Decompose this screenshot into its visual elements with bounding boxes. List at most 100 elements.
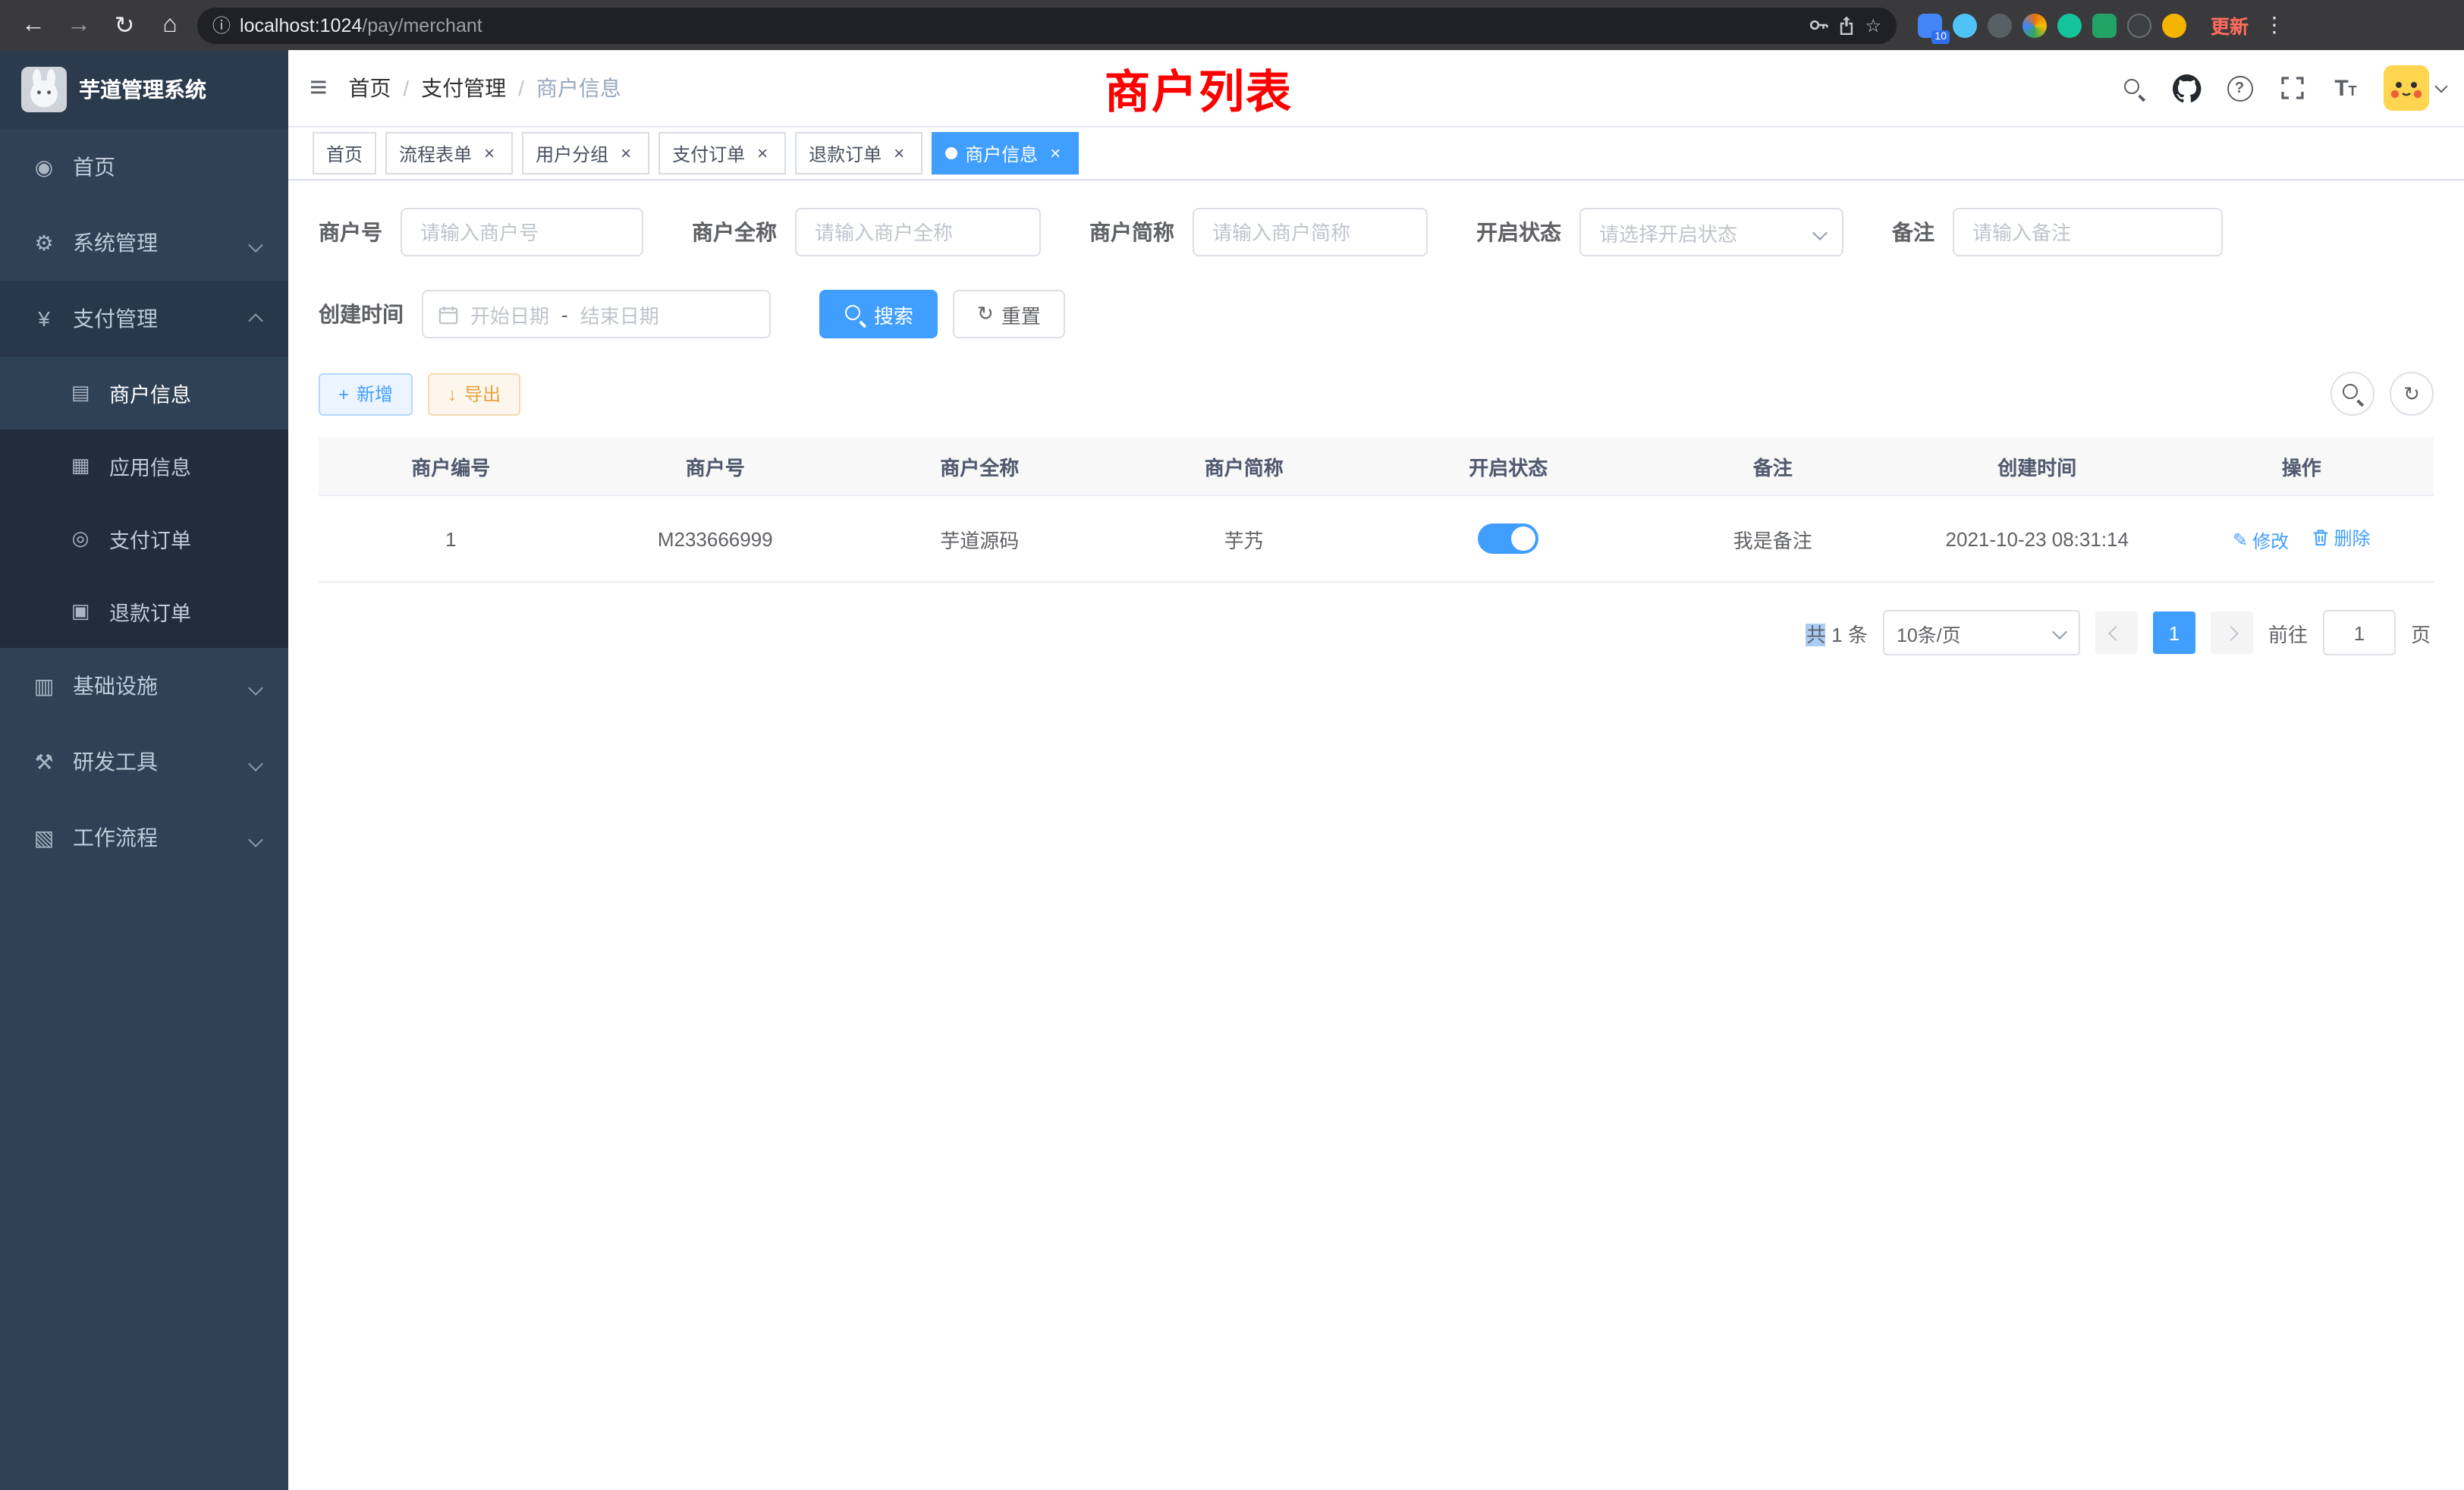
sidebar: 芋道管理系统 ◉ 首页 ⚙ 系统管理 ¥ 支付管理 bbox=[0, 50, 288, 1490]
tab-refund-order[interactable]: 退款订单 × bbox=[795, 132, 922, 174]
sidebar-item-system[interactable]: ⚙ 系统管理 bbox=[0, 205, 288, 281]
refresh-icon: ↻ bbox=[977, 302, 994, 326]
help-icon[interactable]: ? bbox=[2224, 73, 2255, 103]
extension-icon[interactable] bbox=[2162, 13, 2186, 37]
toggle-search-button[interactable] bbox=[2330, 372, 2374, 416]
browser-reload-icon[interactable]: ↻ bbox=[106, 7, 143, 43]
browser-extensions: 10 bbox=[1918, 13, 2186, 37]
close-icon[interactable]: × bbox=[889, 143, 909, 163]
fullscreen-icon[interactable] bbox=[2277, 73, 2308, 103]
sidebar-item-payment[interactable]: ¥ 支付管理 bbox=[0, 281, 288, 357]
cell-status bbox=[1376, 495, 1641, 582]
browser-menu-icon[interactable]: ⋮ bbox=[2264, 12, 2285, 38]
chevron-down-icon bbox=[1812, 225, 1828, 240]
edit-button[interactable]: ✎ 修改 bbox=[2233, 527, 2289, 553]
breadcrumb-separator: / bbox=[403, 76, 409, 100]
full-name-input[interactable] bbox=[795, 208, 1041, 256]
remark-input[interactable] bbox=[1953, 208, 2223, 256]
payment-submenu: ▤ 商户信息 ▦ 应用信息 ◎ 支付订单 ▣ 退款订单 bbox=[0, 357, 288, 648]
extension-icon[interactable] bbox=[2092, 13, 2117, 37]
tab-home[interactable]: 首页 bbox=[313, 132, 376, 174]
extension-icon[interactable] bbox=[1953, 13, 1977, 37]
browser-update-button[interactable]: 更新 bbox=[2211, 11, 2249, 39]
github-icon[interactable] bbox=[2171, 73, 2202, 103]
close-icon[interactable]: × bbox=[753, 143, 772, 163]
password-key-icon[interactable] bbox=[1809, 15, 1828, 35]
search-button[interactable]: 搜索 bbox=[819, 290, 938, 338]
extension-icon[interactable]: 10 bbox=[1918, 13, 1942, 37]
page-info-icon[interactable]: ⓘ bbox=[212, 12, 231, 38]
goto-page-input[interactable] bbox=[2323, 610, 2396, 655]
search-icon[interactable] bbox=[2118, 73, 2148, 103]
chevron-down-icon bbox=[2435, 80, 2448, 93]
plus-icon: + bbox=[338, 383, 349, 404]
delete-button[interactable]: 删除 bbox=[2312, 524, 2370, 550]
tab-merchant-info[interactable]: 商户信息 × bbox=[932, 132, 1079, 174]
page-1-button[interactable]: 1 bbox=[2153, 611, 2195, 654]
page-size-select[interactable]: 10条/页 bbox=[1883, 610, 2080, 655]
app-logo[interactable]: 芋道管理系统 bbox=[0, 50, 288, 129]
extension-icon[interactable] bbox=[2022, 13, 2047, 37]
sidebar-item-merchant-info[interactable]: ▤ 商户信息 bbox=[0, 357, 288, 429]
browser-back-icon[interactable]: ← bbox=[15, 7, 52, 43]
browser-home-icon[interactable]: ⌂ bbox=[152, 7, 188, 43]
sidebar-item-label: 工作流程 bbox=[73, 822, 158, 853]
short-name-input[interactable] bbox=[1193, 208, 1428, 256]
close-icon[interactable]: × bbox=[616, 143, 636, 163]
sidebar-item-workflow[interactable]: ▧ 工作流程 bbox=[0, 800, 288, 875]
extension-icon[interactable] bbox=[1988, 13, 2012, 37]
add-button[interactable]: + 新增 bbox=[319, 372, 413, 415]
table-row: 1 M233666999 芋道源码 芋艿 我是备注 2021-10-23 08:… bbox=[319, 495, 2434, 582]
sidebar-item-dev-tools[interactable]: ⚒ 研发工具 bbox=[0, 724, 288, 800]
table-header-row: 商户编号 商户号 商户全称 商户简称 开启状态 备注 创建时间 操作 bbox=[319, 437, 2434, 495]
bookmark-star-icon[interactable]: ☆ bbox=[1865, 14, 1881, 36]
chevron-right-icon bbox=[2224, 625, 2239, 640]
sidebar-item-label: 商户信息 bbox=[109, 378, 191, 408]
page-unit-label: 页 bbox=[2411, 618, 2431, 647]
button-label: 删除 bbox=[2334, 524, 2370, 550]
sidebar-item-pay-order[interactable]: ◎ 支付订单 bbox=[0, 502, 288, 575]
font-size-icon[interactable]: TT bbox=[2330, 73, 2361, 103]
close-icon[interactable]: × bbox=[479, 143, 499, 163]
export-button[interactable]: ↓ 导出 bbox=[428, 372, 520, 415]
browser-forward-icon[interactable]: → bbox=[61, 7, 97, 43]
sidebar-item-infrastructure[interactable]: ▥ 基础设施 bbox=[0, 648, 288, 724]
refresh-table-button[interactable]: ↻ bbox=[2390, 372, 2434, 416]
tab-pay-order[interactable]: 支付订单 × bbox=[658, 132, 786, 174]
user-avatar[interactable] bbox=[2384, 65, 2446, 111]
app-frame: 芋道管理系统 ◉ 首页 ⚙ 系统管理 ¥ 支付管理 bbox=[0, 50, 2464, 1490]
extension-icon[interactable] bbox=[2057, 13, 2082, 37]
breadcrumb-home[interactable]: 首页 bbox=[348, 73, 391, 103]
tab-user-group[interactable]: 用户分组 × bbox=[522, 132, 649, 174]
hamburger-icon[interactable]: ≡ bbox=[310, 71, 327, 105]
date-range-picker[interactable]: 开始日期 - 结束日期 bbox=[422, 290, 771, 338]
toolbox-icon: ⚒ bbox=[30, 749, 58, 775]
sidebar-item-home[interactable]: ◉ 首页 bbox=[0, 129, 288, 205]
button-label: 修改 bbox=[2252, 527, 2289, 553]
status-select[interactable]: 请选择开启状态 bbox=[1579, 208, 1843, 256]
reset-button[interactable]: ↻ 重置 bbox=[953, 290, 1065, 338]
sidebar-item-app-info[interactable]: ▦ 应用信息 bbox=[0, 429, 288, 502]
merchant-no-input[interactable] bbox=[401, 208, 643, 256]
tab-process-form[interactable]: 流程表单 × bbox=[385, 132, 513, 174]
button-label: 重置 bbox=[1001, 300, 1041, 328]
extension-icon[interactable] bbox=[2127, 13, 2151, 37]
col-header-full-name: 商户全称 bbox=[847, 437, 1112, 495]
cell-remark: 我是备注 bbox=[1641, 495, 1906, 582]
share-icon[interactable] bbox=[1837, 15, 1856, 35]
sidebar-item-label: 系统管理 bbox=[73, 228, 158, 258]
prev-page-button[interactable] bbox=[2095, 611, 2138, 654]
col-header-id: 商户编号 bbox=[319, 437, 583, 495]
url-path: /pay/merchant bbox=[362, 14, 482, 36]
tab-label: 流程表单 bbox=[399, 140, 472, 166]
breadcrumb-payment[interactable]: 支付管理 bbox=[421, 73, 506, 103]
status-toggle[interactable] bbox=[1478, 523, 1538, 554]
filter-merchant-no: 商户号 bbox=[319, 208, 643, 256]
col-header-actions: 操作 bbox=[2170, 437, 2434, 495]
next-page-button[interactable] bbox=[2211, 611, 2253, 654]
address-bar[interactable]: ⓘ localhost:1024/pay/merchant ☆ bbox=[197, 7, 1897, 43]
sidebar-item-refund-order[interactable]: ▣ 退款订单 bbox=[0, 575, 288, 648]
close-icon[interactable]: × bbox=[1045, 143, 1065, 163]
field-label: 商户全称 bbox=[692, 217, 777, 247]
col-header-remark: 备注 bbox=[1641, 437, 1906, 495]
